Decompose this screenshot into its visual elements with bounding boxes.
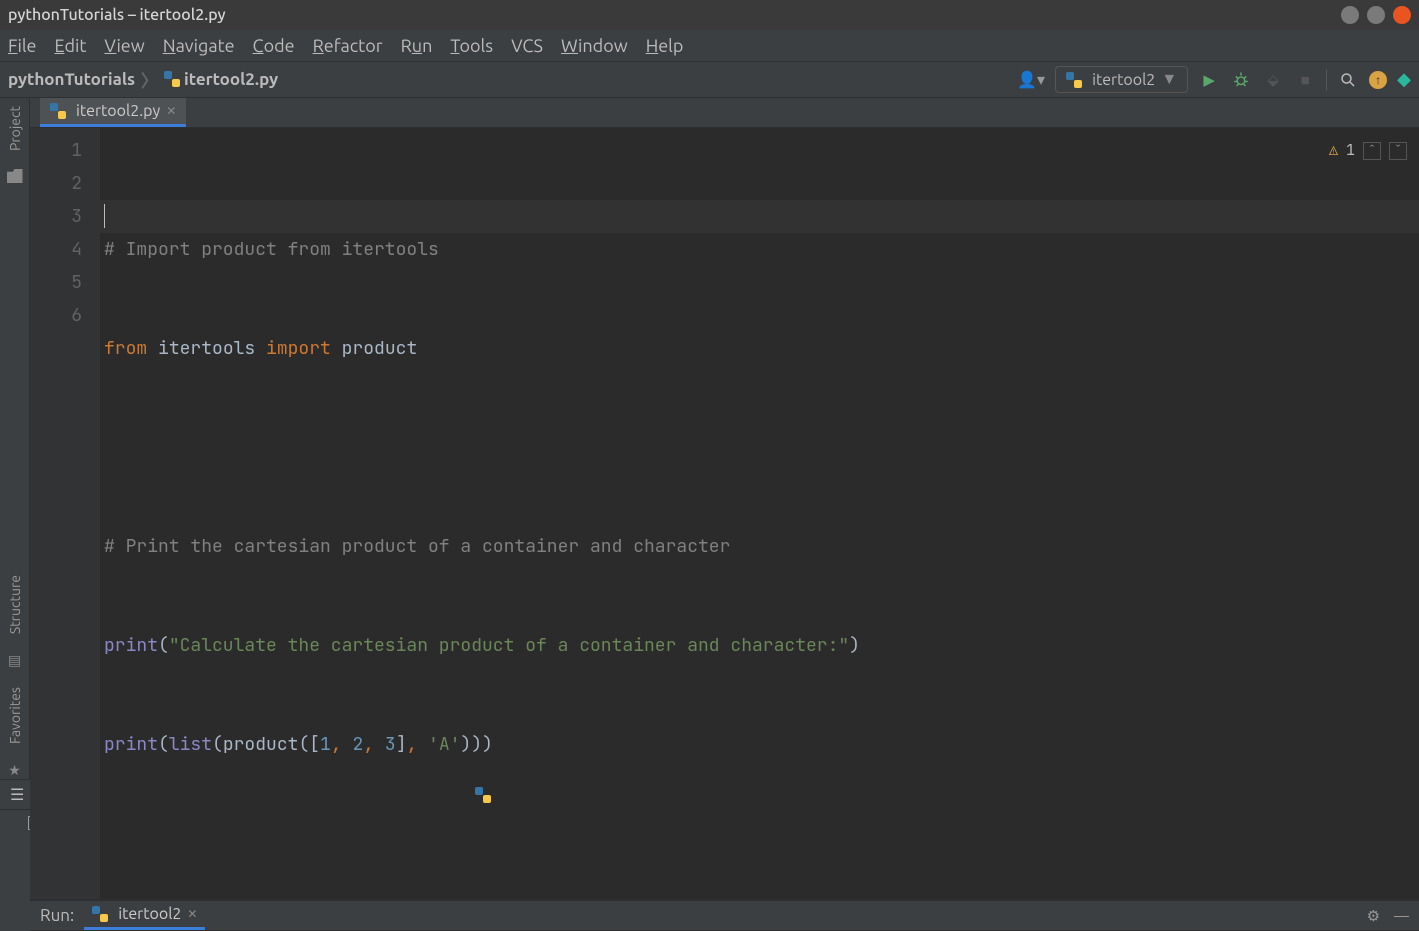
code-line-5: print("Calculate the cartesian product o… bbox=[104, 629, 1415, 662]
breadcrumb[interactable]: pythonTutorials 〉 itertool2.py bbox=[8, 67, 278, 92]
run-config-selector[interactable]: itertool2 ▼ bbox=[1055, 66, 1188, 93]
python-file-icon bbox=[164, 71, 180, 87]
coverage-button[interactable]: ⬙ bbox=[1262, 69, 1284, 91]
folder-icon[interactable] bbox=[7, 169, 23, 183]
menu-view[interactable]: View bbox=[104, 36, 144, 56]
window-title: pythonTutorials – itertool2.py bbox=[8, 6, 226, 24]
menu-help[interactable]: Help bbox=[646, 36, 684, 56]
divider bbox=[1326, 69, 1327, 91]
menu-file[interactable]: File bbox=[8, 36, 37, 56]
code-editor[interactable]: 1 2 3 4 5 6 # Import product from iterto… bbox=[30, 128, 1419, 899]
breadcrumb-separator-icon: 〉 bbox=[141, 67, 158, 92]
menu-code[interactable]: Code bbox=[253, 36, 295, 56]
menu-edit[interactable]: Edit bbox=[55, 36, 87, 56]
gear-icon[interactable]: ⚙ bbox=[1367, 907, 1380, 925]
run-tab-itertool2[interactable]: itertool2 ✕ bbox=[84, 901, 205, 930]
user-icon[interactable]: 👤▾ bbox=[1017, 70, 1045, 89]
editor-tabs: itertool2.py ✕ bbox=[30, 98, 1419, 128]
left-tool-strip: Project Structure ▤ Favorites ★ bbox=[0, 98, 30, 779]
toolbox-icon[interactable]: ◆ bbox=[1397, 69, 1411, 90]
breadcrumb-project[interactable]: pythonTutorials bbox=[8, 70, 135, 89]
code-line-3 bbox=[104, 431, 1415, 464]
editor-tab-label: itertool2.py bbox=[76, 102, 160, 120]
python-icon bbox=[475, 787, 491, 803]
titlebar: pythonTutorials – itertool2.py bbox=[0, 0, 1419, 30]
editor-tab-itertool2[interactable]: itertool2.py ✕ bbox=[40, 98, 186, 127]
code-line-2: from itertools import product bbox=[104, 332, 1415, 365]
run-tab-label: itertool2 bbox=[118, 905, 181, 923]
minimize-icon[interactable]: — bbox=[1394, 907, 1409, 924]
favorites-tool-button[interactable]: Favorites bbox=[7, 687, 23, 744]
text-caret bbox=[104, 204, 105, 228]
stop-button: ■ bbox=[1294, 69, 1316, 91]
menu-run[interactable]: Run bbox=[401, 36, 433, 56]
navbar: pythonTutorials 〉 itertool2.py 👤▾ iterto… bbox=[0, 62, 1419, 98]
menu-tools[interactable]: Tools bbox=[450, 36, 493, 56]
debug-button[interactable] bbox=[1230, 69, 1252, 91]
run-panel-title: Run: bbox=[40, 906, 74, 925]
inspection-widget[interactable]: ⚠ 1 ˆ ˇ bbox=[1329, 134, 1407, 167]
window-close-icon[interactable] bbox=[1393, 6, 1411, 24]
caret-line-highlight bbox=[100, 200, 1419, 233]
chevron-down-icon: ▼ bbox=[1161, 70, 1177, 89]
menu-vcs[interactable]: VCS bbox=[511, 36, 543, 56]
structure-tool-button[interactable]: Structure bbox=[7, 575, 23, 634]
run-button[interactable]: ▶ bbox=[1198, 69, 1220, 91]
update-icon[interactable]: ↑ bbox=[1369, 71, 1387, 89]
menubar: File Edit View Navigate Code Refactor Ru… bbox=[0, 30, 1419, 62]
close-icon[interactable]: ✕ bbox=[166, 104, 176, 118]
code-pane[interactable]: # Import product from itertools from ite… bbox=[100, 128, 1419, 899]
code-line-4: # Print the cartesian product of a conta… bbox=[104, 535, 730, 558]
search-icon[interactable] bbox=[1337, 69, 1359, 91]
line-gutter: 1 2 3 4 5 6 bbox=[30, 128, 100, 899]
code-line-1: # Import product from itertools bbox=[104, 238, 439, 261]
python-file-icon bbox=[50, 103, 66, 119]
menu-refactor[interactable]: Refactor bbox=[313, 36, 383, 56]
run-config-name: itertool2 bbox=[1092, 71, 1155, 89]
project-tool-button[interactable]: Project bbox=[7, 106, 23, 151]
python-icon bbox=[92, 906, 108, 922]
structure-icon: ▤ bbox=[8, 652, 21, 669]
list-icon: ☰ bbox=[10, 785, 24, 804]
warning-icon: ⚠ bbox=[1329, 134, 1338, 167]
code-line-6: print(list(product([1, 2, 3], 'A'))) bbox=[104, 728, 1415, 761]
window-minimize-icon[interactable] bbox=[1341, 6, 1359, 24]
breadcrumb-file[interactable]: itertool2.py bbox=[164, 70, 278, 89]
star-icon: ★ bbox=[8, 762, 21, 779]
window-maximize-icon[interactable] bbox=[1367, 6, 1385, 24]
menu-window[interactable]: Window bbox=[561, 36, 628, 56]
chevron-down-icon[interactable]: ˇ bbox=[1389, 142, 1407, 160]
close-icon[interactable]: ✕ bbox=[187, 907, 197, 921]
menu-navigate[interactable]: Navigate bbox=[163, 36, 235, 56]
python-icon bbox=[1066, 72, 1082, 88]
warning-count: 1 bbox=[1346, 134, 1355, 167]
run-panel-header: Run: itertool2 ✕ ⚙ — bbox=[30, 901, 1419, 931]
chevron-up-icon[interactable]: ˆ bbox=[1363, 142, 1381, 160]
